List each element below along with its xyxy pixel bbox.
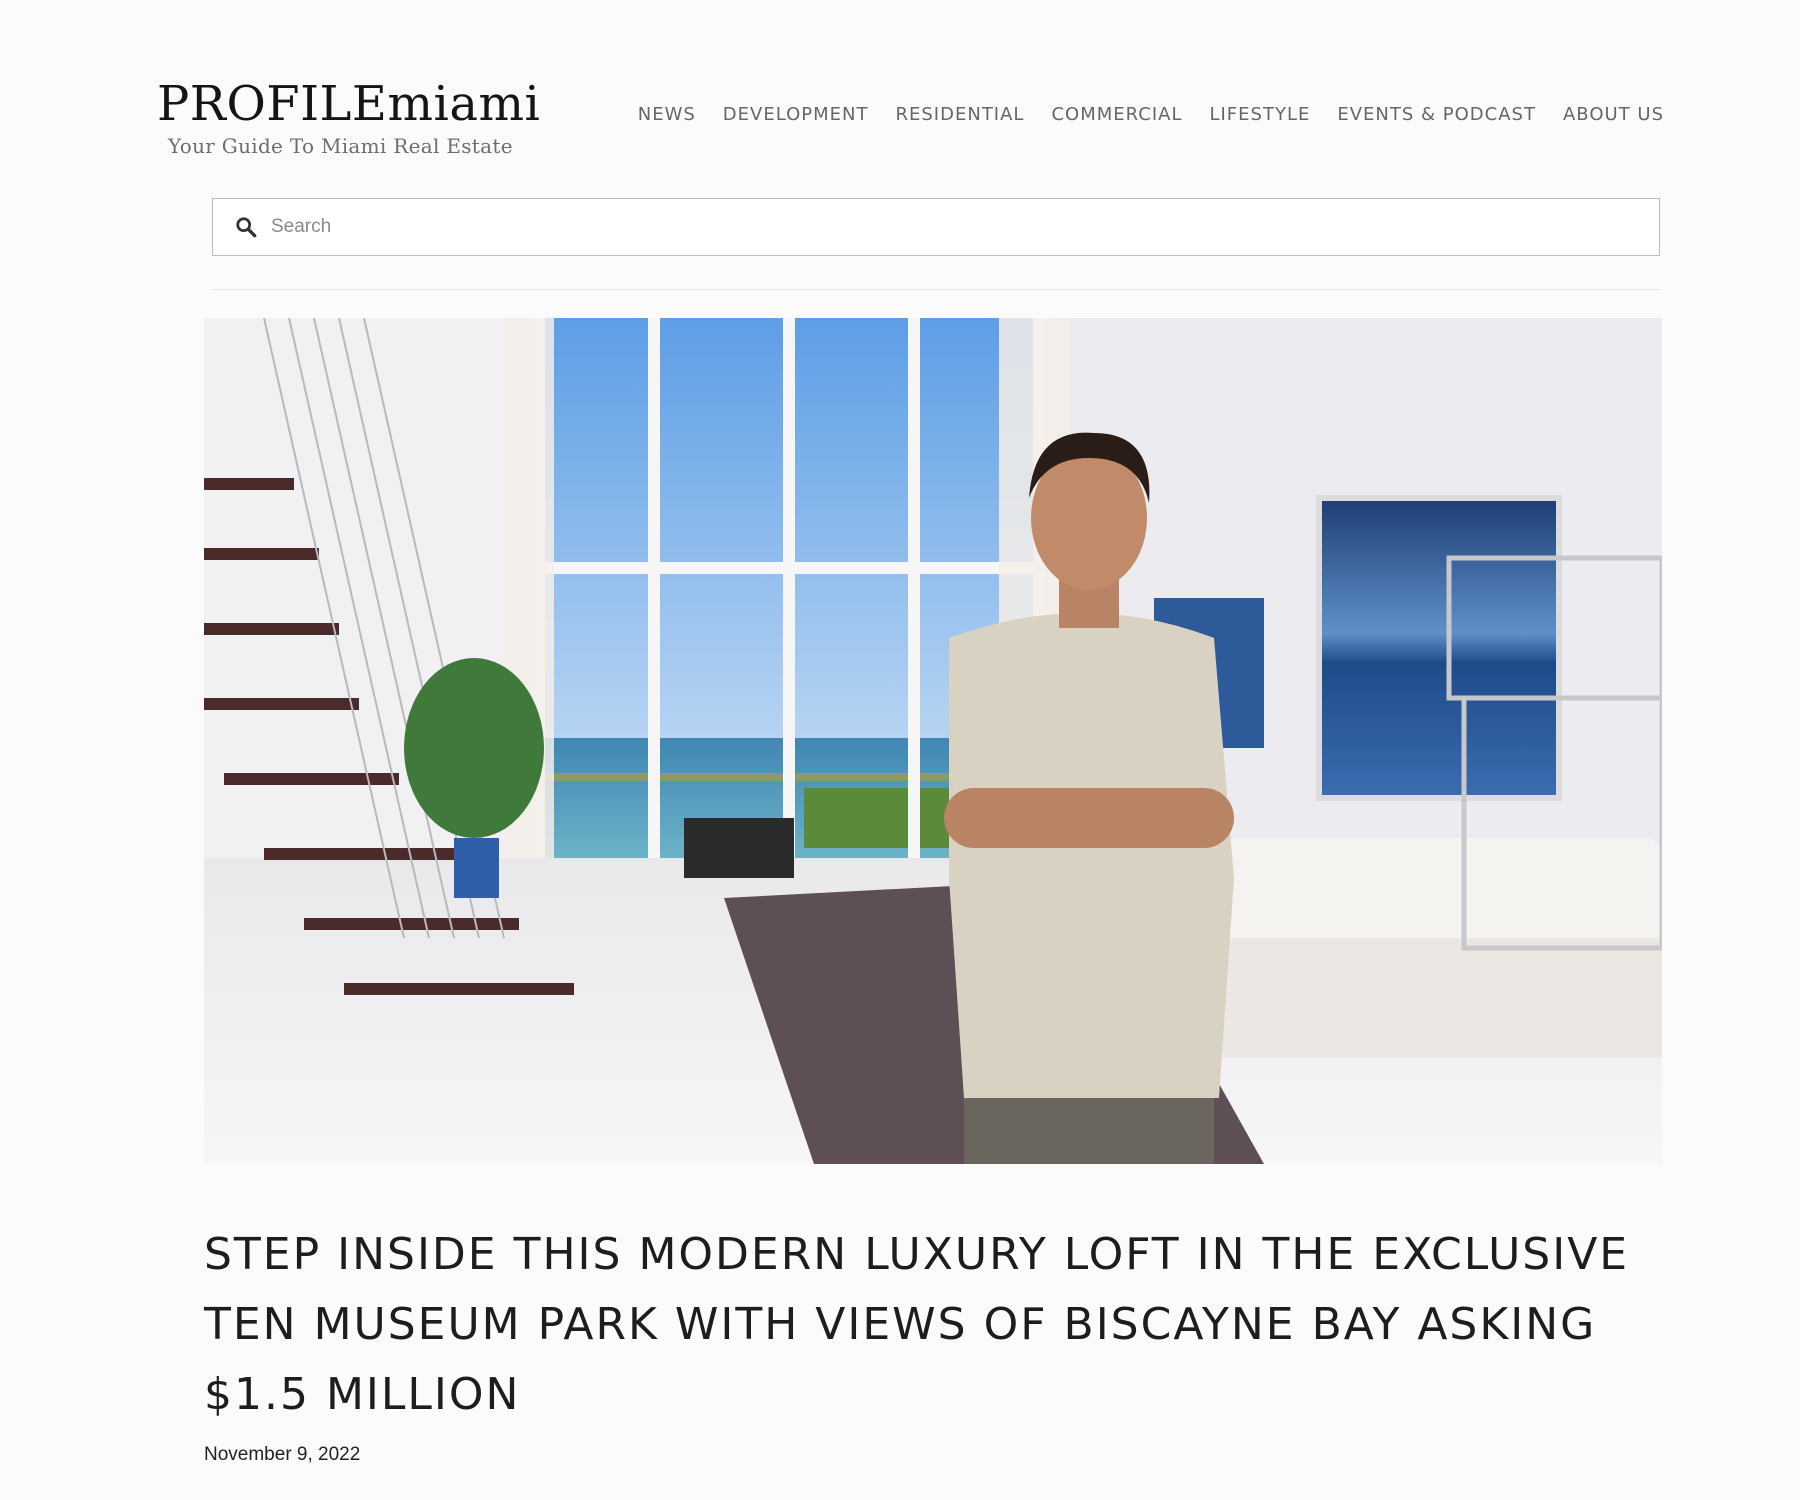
nav-item-lifestyle[interactable]: LIFESTYLE (1209, 104, 1310, 125)
site-tagline: Your Guide To Miami Real Estate (168, 134, 513, 158)
article-headline[interactable]: STEP INSIDE THIS MODERN LUXURY LOFT IN T… (204, 1220, 1644, 1430)
article-date: November 9, 2022 (204, 1444, 361, 1465)
search-bar[interactable] (212, 198, 1660, 256)
nav-item-news[interactable]: NEWS (638, 104, 696, 125)
nav-item-events-podcast[interactable]: EVENTS & PODCAST (1337, 104, 1536, 125)
nav-item-about-us[interactable]: ABOUT US (1563, 104, 1664, 125)
article-hero-image[interactable] (204, 318, 1662, 1164)
search-icon (236, 217, 257, 238)
nav-item-commercial[interactable]: COMMERCIAL (1051, 104, 1182, 125)
nav-item-residential[interactable]: RESIDENTIAL (896, 104, 1025, 125)
site-logo[interactable]: PROFILEmiami (157, 78, 540, 130)
search-input[interactable] (271, 216, 1611, 238)
nav-item-development[interactable]: DEVELOPMENT (723, 104, 869, 125)
main-nav: NEWS DEVELOPMENT RESIDENTIAL COMMERCIAL … (638, 104, 1664, 125)
hero-photo (204, 318, 1662, 1164)
page: PROFILEmiami Your Guide To Miami Real Es… (0, 0, 1800, 1500)
header-divider (212, 289, 1660, 290)
site-brand[interactable]: PROFILEmiami Your Guide To Miami Real Es… (157, 78, 540, 158)
